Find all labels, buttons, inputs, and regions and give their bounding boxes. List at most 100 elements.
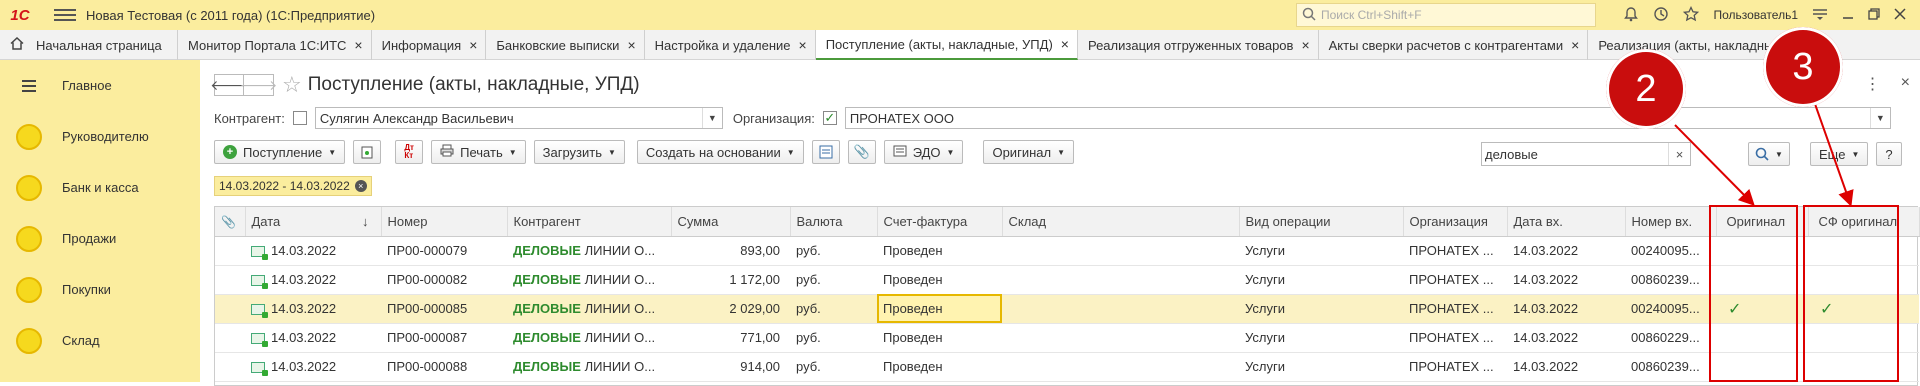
report-button[interactable]: [811, 140, 840, 164]
sidebar-item-sales[interactable]: Продажи: [0, 213, 200, 264]
chevron-down-icon[interactable]: ▼: [701, 108, 722, 128]
close-tab-icon[interactable]: ×: [1061, 36, 1069, 52]
operation-cell: Услуги: [1239, 323, 1403, 353]
organization-cell: ПРОНАТЕХ ...: [1403, 352, 1507, 382]
sidebar-item-bank[interactable]: Банк и касса: [0, 162, 200, 213]
sidebar-item-label: Руководителю: [62, 129, 149, 144]
tab-reconciliation[interactable]: Акты сверки расчетов с контрагентами ×: [1319, 30, 1589, 60]
table-row[interactable]: 14.03.2022 ПР00-000085 ДЕЛОВЫЕ ЛИНИИ О... 2…: [215, 294, 1919, 324]
global-search-input[interactable]: Поиск Ctrl+Shift+F: [1296, 3, 1596, 27]
tab-receipts[interactable]: Поступление (акты, накладные, УПД) ×: [815, 30, 1078, 60]
main-menu-icon[interactable]: [54, 9, 76, 21]
tab-information[interactable]: Информация ×: [372, 30, 487, 60]
organization-cell: ПРОНАТЕХ ...: [1403, 236, 1507, 266]
more-button[interactable]: Еще ▼: [1810, 142, 1869, 166]
bell-icon[interactable]: [1623, 6, 1639, 25]
close-form-icon[interactable]: ×: [1901, 74, 1910, 94]
contractor-rest: ЛИНИИ О...: [580, 272, 656, 287]
column-header-warehouse[interactable]: Склад: [1002, 207, 1240, 237]
clear-filter-icon[interactable]: ×: [354, 180, 367, 192]
close-tab-icon[interactable]: ×: [1571, 37, 1579, 53]
invoice-cell[interactable]: Проведен: [877, 236, 1002, 266]
close-tab-icon[interactable]: ×: [799, 37, 807, 53]
user-name[interactable]: Пользователь1: [1713, 8, 1798, 22]
invoice-cell[interactable]: Проведен: [877, 265, 1002, 295]
create-based-button[interactable]: Создать на основании ▼: [636, 140, 804, 164]
annotation-marker-3: 3: [1763, 27, 1843, 107]
column-header-organization[interactable]: Организация: [1403, 207, 1508, 237]
org-field[interactable]: ПРОНАТЕХ ООО ▼: [844, 107, 1891, 129]
dt-kt-button[interactable]: Дт Кт: [395, 140, 424, 164]
list-search-input[interactable]: деловые ×: [1481, 142, 1691, 166]
column-header-date[interactable]: Дата ↓: [245, 207, 382, 237]
sidebar-item-main[interactable]: Главное: [0, 60, 200, 111]
restore-icon[interactable]: [1868, 7, 1880, 23]
load-button[interactable]: Загрузить ▼: [533, 140, 625, 164]
period-filter[interactable]: 14.03.2022 - 14.03.2022 ×: [214, 176, 372, 196]
column-header-date-in[interactable]: Дата вх.: [1507, 207, 1626, 237]
column-header-operation[interactable]: Вид операции: [1239, 207, 1404, 237]
settings-menu-icon[interactable]: [1812, 7, 1828, 24]
help-button[interactable]: ?: [1876, 142, 1902, 166]
number-in-cell: 00860229...: [1625, 323, 1716, 353]
chevron-down-icon[interactable]: ▼: [1869, 108, 1890, 128]
contractor-cell: ДЕЛОВЫЕ ЛИНИИ О...: [507, 236, 671, 266]
attachment-column-header[interactable]: 📎: [215, 207, 246, 237]
tab-shipped-sales[interactable]: Реализация отгруженных товаров ×: [1078, 30, 1319, 60]
attach-button[interactable]: 📎: [847, 140, 876, 164]
close-tab-icon[interactable]: ×: [627, 37, 635, 53]
close-tab-icon[interactable]: ×: [469, 37, 477, 53]
sidebar-item-label: Главное: [62, 78, 112, 93]
column-header-invoice[interactable]: Счет-фактура: [877, 207, 1003, 237]
minimize-icon[interactable]: [1842, 8, 1854, 23]
table-row[interactable]: 14.03.2022 ПР00-000079 ДЕЛОВЫЕ ЛИНИИ О... 8…: [215, 236, 1919, 266]
date-in-cell: 14.03.2022: [1507, 294, 1625, 324]
table-row[interactable]: 14.03.2022 ПР00-000082 ДЕЛОВЫЕ ЛИНИИ О... 1…: [215, 265, 1919, 295]
number-in-cell: 00240095...: [1625, 294, 1716, 324]
print-button[interactable]: Печать ▼: [431, 140, 526, 164]
receipt-create-button[interactable]: + Поступление ▼: [214, 140, 346, 164]
tab-home[interactable]: Начальная страница: [0, 30, 178, 60]
search-match-highlight: ДЕЛОВЫЕ: [513, 330, 581, 345]
column-header-number-in[interactable]: Номер вх.: [1625, 207, 1717, 237]
contractor-checkbox[interactable]: [292, 111, 307, 125]
date-in-cell: 14.03.2022: [1507, 236, 1625, 266]
original-button[interactable]: Оригинал ▼: [983, 140, 1074, 164]
sidebar-item-purchases[interactable]: Покупки: [0, 264, 200, 315]
header-label: Дата: [251, 213, 281, 229]
sidebar-item-manager[interactable]: Руководителю: [0, 111, 200, 162]
search-button[interactable]: ▼: [1748, 142, 1790, 166]
edo-button[interactable]: ЭДО ▼: [883, 140, 964, 164]
number-cell: ПР00-000079: [381, 236, 507, 266]
sum-cell: 771,00: [671, 323, 790, 353]
clear-search-icon[interactable]: ×: [1668, 143, 1690, 165]
invoice-cell[interactable]: Проведен: [877, 352, 1002, 382]
favorite-star-icon[interactable]: ☆: [282, 72, 302, 98]
table-row[interactable]: 14.03.2022 ПР00-000087 ДЕЛОВЫЕ ЛИНИИ О... 7…: [215, 323, 1919, 353]
more-actions-icon[interactable]: ⋮: [1865, 74, 1881, 94]
column-header-currency[interactable]: Валюта: [790, 207, 878, 237]
column-header-number[interactable]: Номер: [381, 207, 508, 237]
table-row[interactable]: 14.03.2022 ПР00-000088 ДЕЛОВЫЕ ЛИНИИ О... 9…: [215, 352, 1919, 382]
tab-settings-delete[interactable]: Настройка и удаление ×: [645, 30, 816, 60]
contractor-field[interactable]: Сулягин Александр Васильевич ▼: [314, 107, 723, 129]
document-icon: [251, 304, 268, 319]
column-header-sum[interactable]: Сумма: [671, 207, 791, 237]
copy-doc-button[interactable]: [353, 140, 382, 164]
invoice-cell[interactable]: Проведен: [877, 323, 1002, 353]
forward-button[interactable]: 🡒: [240, 74, 277, 96]
close-window-icon[interactable]: [1894, 7, 1906, 23]
tab-bank-statements[interactable]: Банковские выписки ×: [486, 30, 645, 60]
tab-its-monitor[interactable]: Монитор Портала 1С:ИТС ×: [178, 30, 372, 60]
close-tab-icon[interactable]: ×: [1301, 37, 1309, 53]
invoice-cell[interactable]: Проведен: [877, 294, 1002, 324]
warehouse-cell: [1002, 236, 1239, 266]
highlight-original-column: [1709, 205, 1798, 382]
close-tab-icon[interactable]: ×: [354, 37, 362, 53]
sidebar-item-warehouse[interactable]: Склад: [0, 315, 200, 366]
column-header-contractor[interactable]: Контрагент: [507, 207, 672, 237]
org-checkbox[interactable]: ✓: [822, 110, 837, 125]
history-icon[interactable]: [1653, 6, 1669, 25]
favorites-star-icon[interactable]: [1683, 5, 1700, 25]
edo-icon: [893, 145, 907, 160]
